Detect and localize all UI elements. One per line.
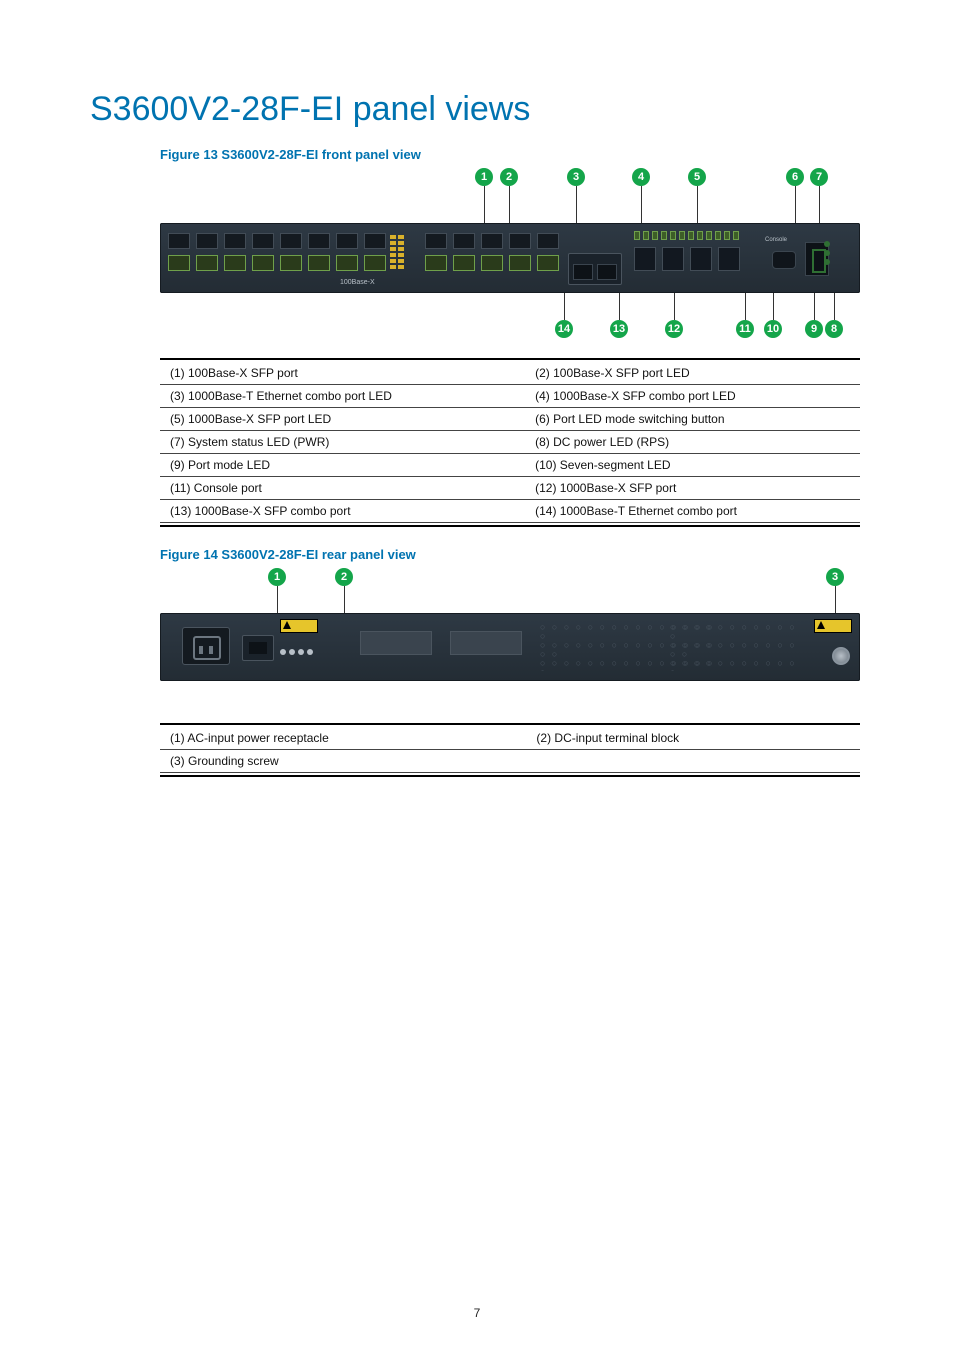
rear-callout-3: 3 — [826, 568, 844, 586]
legend-cell: (10) Seven-segment LED — [525, 454, 860, 477]
legend-cell: (3) 1000Base-T Ethernet combo port LED — [160, 385, 525, 408]
callout-12: 12 — [665, 320, 683, 338]
console-label: Console — [765, 237, 787, 243]
callout-3: 3 — [567, 168, 585, 186]
sfp-row-left — [168, 233, 386, 271]
rating-dots — [280, 649, 313, 655]
callout-14: 14 — [555, 320, 573, 338]
console-port — [772, 251, 796, 269]
legend-cell: (1) AC-input power receptacle — [160, 727, 526, 750]
led-block-left — [390, 235, 418, 275]
callout-13: 13 — [610, 320, 628, 338]
sfp-1000-pair — [690, 247, 740, 271]
legend-cell: (2) DC-input terminal block — [526, 727, 860, 750]
legend-cell: (14) 1000Base-T Ethernet combo port — [525, 500, 860, 523]
legend-cell: (12) 1000Base-X SFP port — [525, 477, 860, 500]
figure13-caption: Figure 13 S3600V2-28F-EI front panel vie… — [160, 147, 864, 162]
callout-11: 11 — [736, 320, 754, 338]
callout-7: 7 — [810, 168, 828, 186]
figure14-image: 1 2 3 — [160, 568, 860, 713]
page-number: 7 — [0, 1306, 954, 1320]
callout-5: 5 — [688, 168, 706, 186]
legend-cell: (8) DC power LED (RPS) — [525, 431, 860, 454]
led-strip-combo — [634, 231, 667, 240]
legend-cell: (9) Port mode LED — [160, 454, 525, 477]
callout-2: 2 — [500, 168, 518, 186]
chassis-text-100basex: 100Base-X — [340, 279, 375, 286]
callout-1: 1 — [475, 168, 493, 186]
sfp-combo-pair — [634, 247, 684, 271]
figure13-legend: (1) 100Base-X SFP port(2) 100Base-X SFP … — [160, 358, 860, 527]
led-strip-sfp1 — [670, 231, 703, 240]
legend-cell: (1) 100Base-X SFP port — [160, 362, 525, 385]
combo-port — [568, 253, 622, 285]
legend-cell: (13) 1000Base-X SFP combo port — [160, 500, 525, 523]
dc-input-terminal — [242, 635, 274, 661]
warn-label-left — [280, 619, 318, 633]
legend-cell: (6) Port LED mode switching button — [525, 408, 860, 431]
callout-10: 10 — [764, 320, 782, 338]
legend-cell — [526, 750, 860, 773]
callout-9: 9 — [805, 320, 823, 338]
grounding-screw — [832, 647, 850, 665]
vent-grille-2: ○ ○ ○ ○ ○ ○ ○ ○ ○ ○ ○ ○ ○ ○ ○ ○ ○ ○ ○ ○ … — [670, 623, 800, 671]
figure13-image: 1 2 3 4 5 6 7 8 — [160, 168, 860, 348]
chassis-sticker-1 — [360, 631, 432, 655]
led-strip-sfp2 — [706, 231, 739, 240]
chassis-sticker-2 — [450, 631, 522, 655]
legend-cell: (5) 1000Base-X SFP port LED — [160, 408, 525, 431]
rear-callout-2: 2 — [335, 568, 353, 586]
legend-cell: (7) System status LED (PWR) — [160, 431, 525, 454]
legend-cell: (4) 1000Base-X SFP combo port LED — [525, 385, 860, 408]
warn-label-right — [814, 619, 852, 633]
legend-cell: (3) Grounding screw — [160, 750, 526, 773]
status-leds — [824, 239, 852, 266]
rear-callout-1: 1 — [268, 568, 286, 586]
front-chassis: 100Base-X — [160, 223, 860, 293]
rear-chassis: ○ ○ ○ ○ ○ ○ ○ ○ ○ ○ ○ ○ ○ ○ ○ ○ ○ ○ ○ ○ … — [160, 613, 860, 681]
page-title: S3600V2-28F-EI panel views — [90, 90, 864, 129]
sfp-row-mid — [425, 233, 559, 271]
figure14-caption: Figure 14 S3600V2-28F-EI rear panel view — [160, 547, 864, 562]
legend-cell: (11) Console port — [160, 477, 525, 500]
ac-input-receptacle — [182, 627, 230, 665]
callout-4: 4 — [632, 168, 650, 186]
callout-8: 8 — [825, 320, 843, 338]
legend-cell: (2) 100Base-X SFP port LED — [525, 362, 860, 385]
figure14-legend: (1) AC-input power receptacle(2) DC-inpu… — [160, 723, 860, 777]
callout-6: 6 — [786, 168, 804, 186]
